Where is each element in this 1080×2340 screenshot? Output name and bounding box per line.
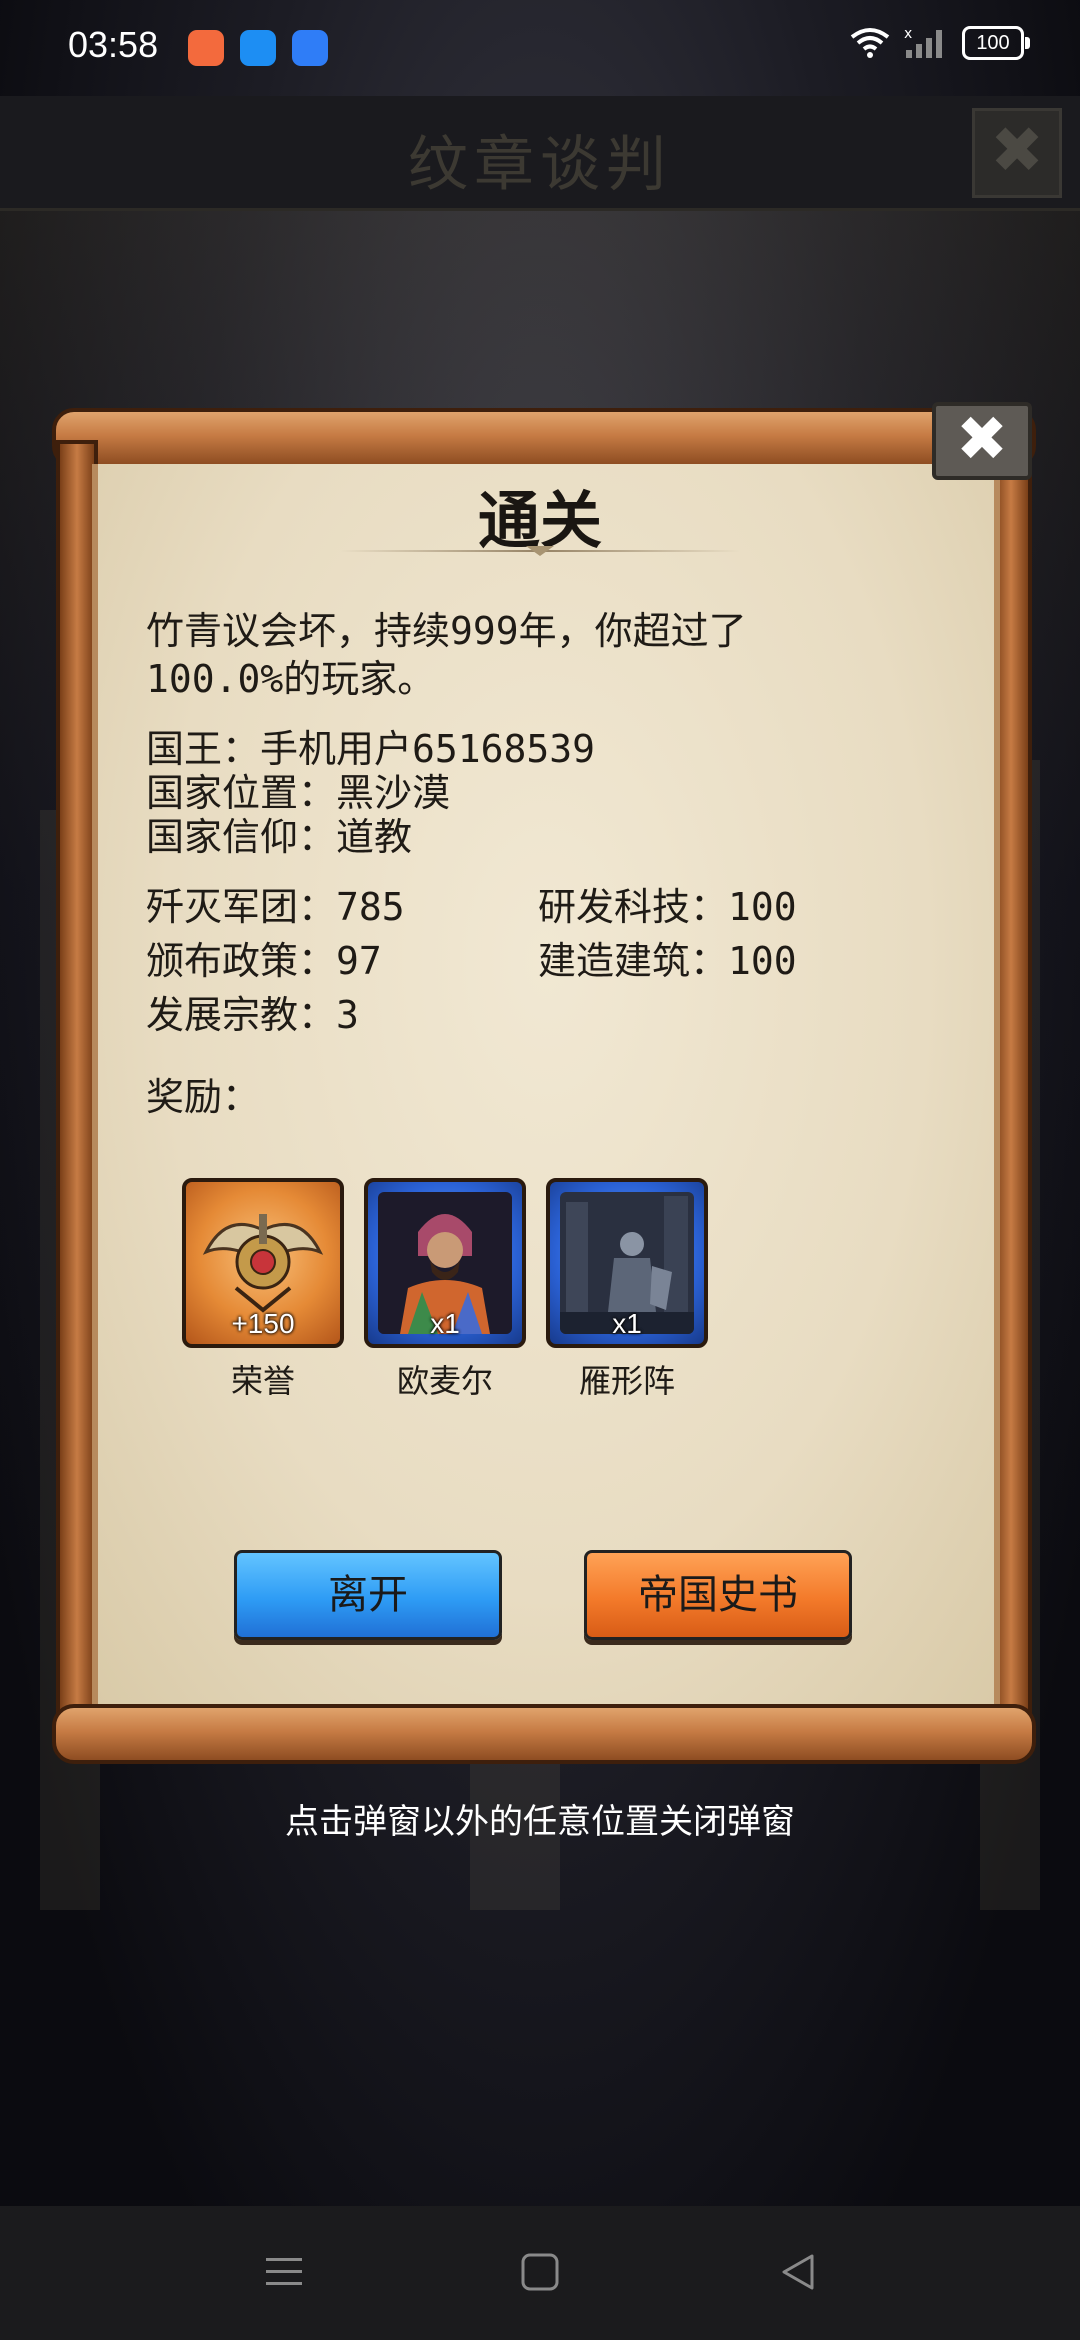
- reward-card: +150: [182, 1178, 344, 1348]
- reward-formation[interactable]: x1 雁形阵: [546, 1178, 708, 1402]
- reward-general[interactable]: x1 欧麦尔: [364, 1178, 526, 1402]
- wifi-icon: [850, 28, 890, 58]
- stat-legions-destroyed: 歼灭军团：785: [146, 885, 405, 929]
- rewards-label: 奖励：: [146, 1075, 261, 1119]
- reward-name: 雁形阵: [578, 1362, 675, 1400]
- stat-buildings: 建造建筑：100: [538, 939, 797, 983]
- stat-policies: 颁布政策：97: [146, 939, 382, 983]
- close-icon: ✖: [956, 402, 1008, 475]
- reward-amount: +150: [231, 1308, 295, 1339]
- svg-text:x: x: [904, 26, 912, 42]
- reward-name: 欧麦尔: [396, 1362, 493, 1400]
- status-bar: 03:58 x 100: [0, 0, 1080, 96]
- chat-app-icon: [292, 30, 328, 66]
- back-icon[interactable]: [776, 2250, 820, 2294]
- reward-amount: x1: [430, 1308, 460, 1339]
- battery-icon: 100: [962, 26, 1030, 60]
- leave-button[interactable]: 离开: [234, 1550, 502, 1640]
- reward-amount: x1: [612, 1308, 642, 1339]
- scroll-top-rod: [52, 408, 1036, 468]
- reward-name: 荣誉: [230, 1362, 295, 1400]
- reward-card: x1: [364, 1178, 526, 1348]
- header-close-icon[interactable]: ✖: [972, 108, 1062, 198]
- close-hint-text: 点击弹窗以外的任意位置关闭弹窗: [285, 1802, 795, 1842]
- summary-line-2: 100.0%的玩家。: [146, 657, 436, 701]
- scroll-bottom-rod: [52, 1704, 1036, 1764]
- menu-icon[interactable]: [262, 2250, 306, 2294]
- home-icon[interactable]: [518, 2250, 562, 2294]
- signal-icon: x: [904, 26, 942, 58]
- game-screen: 03:58 x 100 纹章谈判 ✖ ✖ 通关 竹青议会坏，持续999年，你超过…: [0, 0, 1080, 2340]
- stat-religions: 发展宗教：3: [146, 993, 359, 1037]
- empire-history-button[interactable]: 帝国史书: [584, 1550, 852, 1640]
- reward-card: x1: [546, 1178, 708, 1348]
- navigation-bar: [0, 2206, 1080, 2340]
- dialog-close-button[interactable]: ✖: [932, 402, 1032, 480]
- reward-honor[interactable]: +150 荣誉: [182, 1178, 344, 1402]
- status-indicators: x 100: [850, 26, 1030, 60]
- game-header-title: 纹章谈判: [408, 130, 672, 200]
- status-time: 03:58: [68, 24, 159, 65]
- country-religion: 国家信仰：道教: [146, 815, 413, 859]
- game-header: 纹章谈判 ✖: [0, 96, 1080, 211]
- browser-app-icon: [240, 30, 276, 66]
- game-center-icon: [188, 30, 224, 66]
- summary-line-1: 竹青议会坏，持续999年，你超过了: [146, 609, 747, 653]
- stat-tech-researched: 研发科技：100: [538, 885, 797, 929]
